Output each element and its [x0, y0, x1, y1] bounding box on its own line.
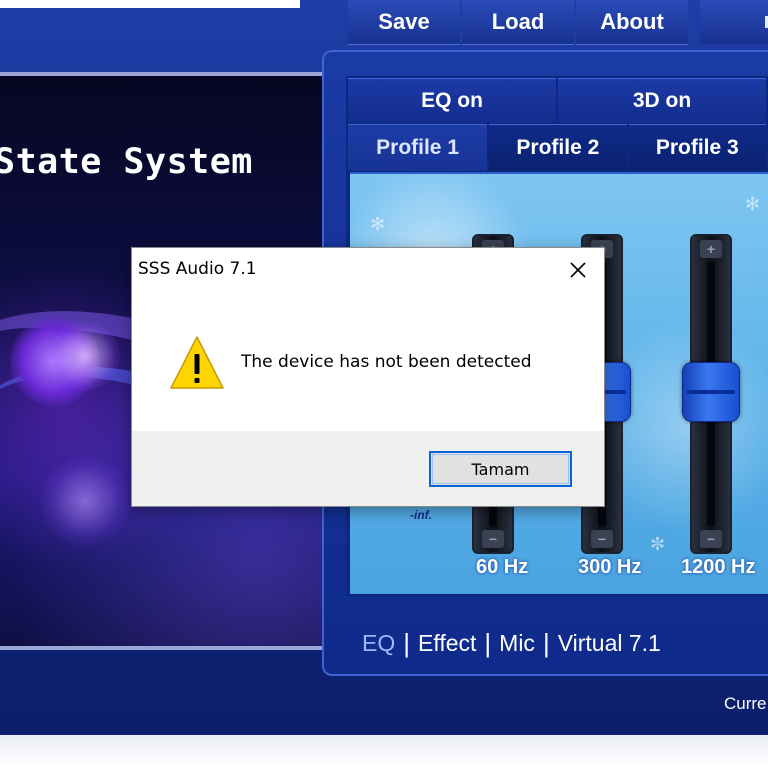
nav-effect[interactable]: Effect: [418, 630, 476, 657]
3d-toggle-button[interactable]: 3D on: [558, 78, 766, 123]
nav-virtual-7-1[interactable]: Virtual 7.1: [558, 630, 661, 657]
message-dialog: SSS Audio 7.1 The device has not been de…: [131, 247, 605, 507]
toolbar: Save Load About: [348, 0, 690, 45]
warning-icon: [168, 334, 226, 396]
eq-toggle-button[interactable]: EQ on: [348, 78, 556, 123]
tab-profile-3[interactable]: Profile 3: [628, 124, 766, 171]
close-icon[interactable]: [556, 252, 600, 288]
snowflake-decoration: ✼: [650, 534, 666, 554]
window-top-edge: [0, 0, 300, 8]
bottom-nav: EQ | Effect | Mic | Virtual 7.1: [362, 628, 661, 659]
about-button[interactable]: About: [576, 0, 688, 45]
nav-eq[interactable]: EQ: [362, 630, 395, 657]
load-button[interactable]: Load: [462, 0, 574, 45]
nav-mic[interactable]: Mic: [499, 630, 535, 657]
toolbar-extra-button[interactable]: [700, 0, 768, 44]
eq-slider-knob[interactable]: [682, 362, 740, 422]
nav-separator: |: [484, 628, 492, 658]
band-label-1200hz: 1200 Hz: [681, 556, 756, 578]
minus-icon: −: [482, 530, 504, 548]
minus-icon: −: [700, 530, 722, 548]
tab-profile-1[interactable]: Profile 1: [348, 124, 488, 171]
snowflake-decoration: ✻: [745, 194, 761, 214]
nav-separator: |: [403, 628, 410, 658]
save-button[interactable]: Save: [348, 0, 460, 45]
status-text: Curre: [724, 694, 767, 713]
profile-tabs: Profile 1 Profile 2 Profile 3: [348, 124, 768, 171]
nav-separator: |: [542, 628, 550, 658]
minus-icon: −: [591, 530, 613, 548]
dialog-title: SSS Audio 7.1: [138, 259, 257, 279]
dialog-message: The device has not been detected: [241, 352, 532, 372]
tab-profile-2[interactable]: Profile 2: [489, 124, 627, 171]
snowflake-decoration: ✻: [370, 214, 386, 234]
plus-icon: +: [700, 240, 722, 258]
window-bottom-edge: [0, 735, 768, 768]
band-label-60hz: 60 Hz: [476, 556, 529, 578]
banner-orb: [50, 321, 120, 391]
dialog-footer: Tamam: [132, 431, 604, 506]
focus-ring: [432, 454, 569, 484]
banner-orb: [40, 456, 130, 546]
ok-button[interactable]: Tamam: [429, 451, 572, 487]
band-label-300hz: 300 Hz: [578, 556, 642, 578]
eq-min-label: -inf.: [410, 508, 432, 522]
toggle-row: EQ on 3D on: [348, 78, 768, 123]
banner-title: State System: [0, 142, 253, 182]
